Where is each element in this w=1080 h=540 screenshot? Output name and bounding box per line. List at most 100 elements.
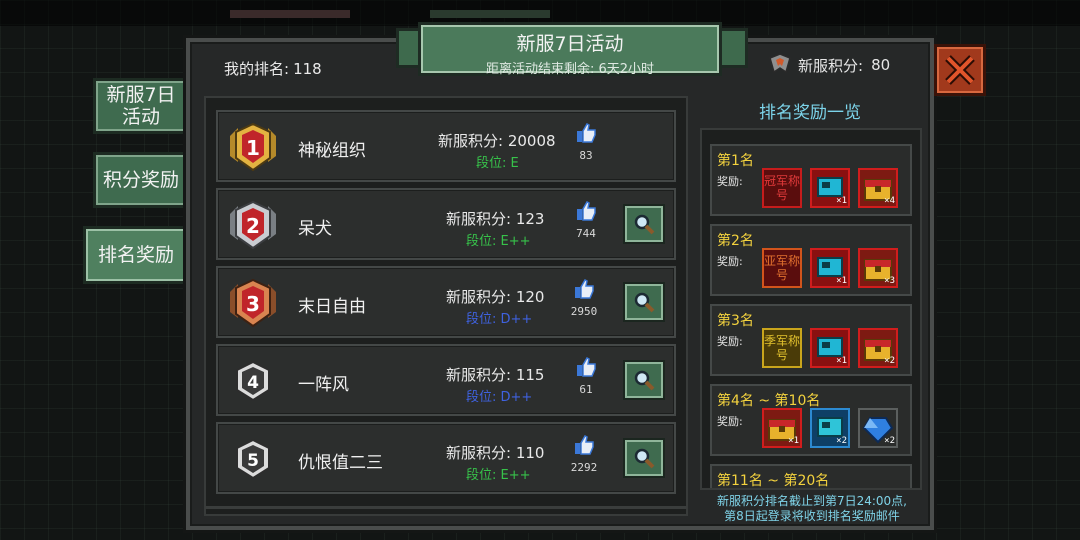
chest-item[interactable]: ×3 bbox=[858, 248, 898, 288]
view-player-button[interactable] bbox=[623, 438, 665, 478]
ranking-row-5: 5 仇恨值二三 新服积分: 110 段位: E++ 2292 bbox=[216, 422, 676, 494]
rewards-note-line1: 新服积分排名截止到第7日24:00点, bbox=[716, 494, 908, 508]
my-points-value: 80 bbox=[871, 56, 891, 74]
tier-value: E bbox=[510, 156, 519, 171]
tier-value: D++ bbox=[500, 390, 533, 405]
rank-2-silver-badge-icon: 2 bbox=[224, 200, 282, 252]
reward-label: 奖励: bbox=[717, 415, 743, 428]
reward-tier-4-10: 第4名 ~ 第10名 奖励: ×1 ×2 ×2 bbox=[710, 384, 912, 456]
item-qty: ×1 bbox=[836, 196, 847, 206]
like-button[interactable]: 83 bbox=[566, 122, 606, 162]
tier-label: 段位: bbox=[466, 312, 497, 327]
like-count: 83 bbox=[579, 149, 593, 162]
score-value: 120 bbox=[515, 288, 545, 306]
tier-value: E++ bbox=[500, 468, 531, 483]
rewards-note-line2: 第8日起登录将收到排名奖励邮件 bbox=[724, 509, 900, 523]
my-rank: 我的排名: 118 bbox=[224, 58, 322, 79]
item-qty: ×3 bbox=[884, 276, 895, 286]
chest-item[interactable]: ×2 bbox=[858, 328, 898, 368]
player-tier: 段位: E bbox=[476, 152, 519, 171]
player-name: 末日自由 bbox=[298, 297, 366, 317]
reward-tier-3: 第3名 奖励: 季军称号 ×1 ×2 bbox=[710, 304, 912, 376]
tier-value: D++ bbox=[500, 312, 533, 327]
reward-label: 奖励: bbox=[717, 255, 743, 268]
list-bottom-divider bbox=[205, 506, 687, 509]
rewards-note: 新服积分排名截止到第7日24:00点, 第8日起登录将收到排名奖励邮件 bbox=[696, 494, 928, 524]
tab-points-reward[interactable]: 积分奖励 bbox=[93, 152, 189, 208]
like-button[interactable]: 744 bbox=[566, 200, 606, 240]
score-label: 新服积分: bbox=[446, 366, 512, 384]
my-points-label: 新服积分: bbox=[798, 56, 864, 75]
like-button[interactable]: 2292 bbox=[564, 434, 604, 474]
tier-label: 段位: bbox=[466, 390, 497, 405]
like-count: 744 bbox=[576, 227, 596, 240]
score-value: 20008 bbox=[507, 132, 556, 150]
runner-up-title-item[interactable]: 亚军称号 bbox=[762, 248, 802, 288]
view-player-button[interactable] bbox=[623, 204, 665, 244]
rank-4-badge-icon: 4 bbox=[224, 356, 282, 408]
view-player-button[interactable] bbox=[623, 282, 665, 322]
player-name: 神秘组织 bbox=[298, 141, 366, 161]
ranking-row-4: 4 一阵风 新服积分: 115 段位: D++ 61 bbox=[216, 344, 676, 416]
third-place-title-item[interactable]: 季军称号 bbox=[762, 328, 802, 368]
champion-title-item[interactable]: 冠军称号 bbox=[762, 168, 802, 208]
reward-tier-1: 第1名 奖励: 冠军称号 ×1 ×4 bbox=[710, 144, 912, 216]
ranking-row-2: 2 呆犬 新服积分: 123 段位: E++ 744 bbox=[216, 188, 676, 260]
my-points: 新服积分: 80 bbox=[768, 52, 890, 78]
reward-rank: 第3名 bbox=[717, 313, 754, 329]
magnifier-icon bbox=[634, 292, 655, 313]
my-rank-value: 118 bbox=[293, 60, 322, 78]
svg-text:5: 5 bbox=[247, 451, 259, 471]
magnifier-icon bbox=[634, 214, 655, 235]
rewards-list[interactable]: 第1名 奖励: 冠军称号 ×1 ×4 第2名 奖励: 亚军称号 ×1 ×3 第3… bbox=[700, 128, 922, 490]
score-label: 新服积分: bbox=[438, 132, 504, 150]
player-score: 新服积分: 20008 bbox=[438, 130, 556, 151]
title-wing-right bbox=[718, 28, 748, 68]
item-qty: ×2 bbox=[836, 436, 847, 446]
like-button[interactable]: 61 bbox=[566, 356, 606, 396]
device-item[interactable]: ×1 bbox=[810, 168, 850, 208]
thumbs-up-icon bbox=[575, 201, 597, 226]
player-score: 新服积分: 123 bbox=[446, 208, 544, 229]
score-value: 115 bbox=[515, 366, 545, 384]
player-tier: 段位: D++ bbox=[466, 386, 532, 405]
player-tier: 段位: E++ bbox=[466, 464, 531, 483]
close-button[interactable] bbox=[934, 44, 986, 96]
rank-3-bronze-badge-icon: 3 bbox=[224, 278, 282, 330]
tab-label: 积分奖励 bbox=[102, 169, 179, 191]
tab-new-server-7day[interactable]: 新服7日活动 bbox=[93, 78, 189, 134]
score-value: 123 bbox=[515, 210, 545, 228]
player-score: 新服积分: 110 bbox=[446, 442, 544, 463]
like-count: 2292 bbox=[570, 461, 598, 474]
svg-text:2: 2 bbox=[246, 214, 260, 238]
reward-tier-11-20: 第11名 ~ 第20名 bbox=[710, 464, 912, 489]
item-qty: ×4 bbox=[884, 196, 895, 206]
reward-label: 奖励: bbox=[717, 335, 743, 348]
event-title: 新服7日活动 bbox=[516, 33, 624, 55]
device-item[interactable]: ×1 bbox=[810, 328, 850, 368]
ranking-row-1: 1 神秘组织 新服积分: 20008 段位: E 83 bbox=[216, 110, 676, 182]
player-score: 新服积分: 120 bbox=[446, 286, 544, 307]
svg-text:3: 3 bbox=[246, 292, 260, 316]
gem-item[interactable]: ×2 bbox=[858, 408, 898, 448]
thumbs-up-icon bbox=[575, 123, 597, 148]
reward-rank: 第4名 ~ 第10名 bbox=[717, 393, 821, 409]
chest-item[interactable]: ×1 bbox=[762, 408, 802, 448]
reward-tier-2: 第2名 奖励: 亚军称号 ×1 ×3 bbox=[710, 224, 912, 296]
tier-label: 段位: bbox=[476, 156, 507, 171]
blue-device-item[interactable]: ×2 bbox=[810, 408, 850, 448]
score-value: 110 bbox=[515, 444, 545, 462]
tab-rank-reward[interactable]: 排名奖励 bbox=[83, 226, 189, 284]
view-player-button[interactable] bbox=[623, 360, 665, 400]
device-item[interactable]: ×1 bbox=[810, 248, 850, 288]
player-name: 呆犬 bbox=[298, 219, 332, 239]
like-button[interactable]: 2950 bbox=[564, 278, 604, 318]
item-qty: ×1 bbox=[836, 356, 847, 366]
chest-item[interactable]: ×4 bbox=[858, 168, 898, 208]
tier-value: E++ bbox=[500, 234, 531, 249]
magnifier-icon bbox=[634, 448, 655, 469]
magnifier-icon bbox=[634, 370, 655, 391]
score-label: 新服积分: bbox=[446, 288, 512, 306]
like-count: 2950 bbox=[570, 305, 598, 318]
reward-rank: 第11名 ~ 第20名 bbox=[717, 473, 830, 489]
